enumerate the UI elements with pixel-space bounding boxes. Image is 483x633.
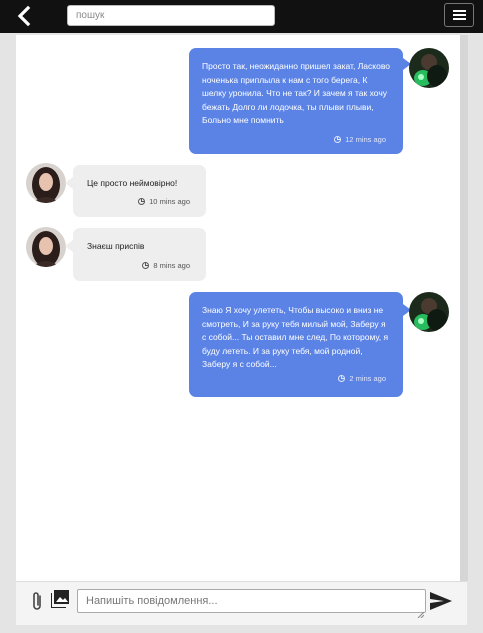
message-timestamp: 8 mins ago: [142, 261, 190, 271]
clock-icon: [334, 136, 342, 143]
hamburger-icon-line: [453, 18, 466, 20]
message-timestamp: 2 mins ago: [338, 374, 386, 384]
message-text: Знаєш приспів: [87, 241, 145, 251]
avatar-image: [26, 163, 66, 203]
avatar-image: [409, 48, 449, 88]
arrow-left-icon: [17, 5, 31, 27]
clock-icon: [138, 198, 146, 205]
message-time: 8 mins ago: [153, 261, 190, 270]
message-bubble-outgoing: Просто так, неожиданно пришел закат, Лас…: [189, 48, 411, 154]
message-bubble-outgoing: Знаю Я хочу улететь, Чтобы высоко и вниз…: [189, 292, 411, 397]
hamburger-icon-line: [453, 10, 466, 12]
message-timestamp: 12 mins ago: [334, 135, 386, 145]
bubble-tail: [65, 177, 73, 189]
message-bubble-incoming: Це просто неймовірно! 10 mins ago: [65, 165, 206, 217]
message-composer: [16, 581, 467, 625]
message-time: 10 mins ago: [149, 197, 190, 206]
image-gallery-icon: [50, 590, 69, 609]
scrollbar-track[interactable]: [460, 35, 468, 581]
menu-button[interactable]: [444, 3, 474, 27]
message-text: Це просто неймовірно!: [87, 178, 178, 188]
message-input[interactable]: [77, 589, 426, 613]
avatar[interactable]: [409, 48, 449, 88]
top-navigation-bar: [0, 0, 483, 33]
paperclip-icon: [33, 592, 41, 610]
message-text: Просто так, неожиданно пришел закат, Лас…: [202, 61, 390, 125]
message-bubble-incoming: Знаєш приспів 8 mins ago: [65, 228, 206, 281]
clock-icon: [338, 375, 346, 382]
message-timestamp: 10 mins ago: [138, 197, 190, 207]
send-button[interactable]: [429, 591, 453, 611]
chat-messages-panel[interactable]: Просто так, неожиданно пришел закат, Лас…: [16, 35, 460, 581]
message-time: 2 mins ago: [349, 374, 386, 383]
avatar-image: [26, 227, 66, 267]
search-input[interactable]: [67, 5, 275, 26]
message-text: Знаю Я хочу улететь, Чтобы высоко и вниз…: [202, 305, 389, 369]
bubble-tail: [65, 240, 73, 252]
hamburger-icon-line: [453, 14, 466, 16]
avatar[interactable]: [26, 227, 66, 267]
avatar[interactable]: [26, 163, 66, 203]
attach-image-button[interactable]: [50, 590, 69, 609]
send-icon: [430, 592, 452, 610]
avatar-image: [409, 292, 449, 332]
avatar[interactable]: [409, 292, 449, 332]
back-button[interactable]: [14, 5, 36, 27]
message-time: 12 mins ago: [345, 135, 386, 144]
resize-handle-icon[interactable]: [417, 605, 425, 619]
clock-icon: [142, 262, 150, 269]
attach-file-button[interactable]: [30, 590, 44, 612]
